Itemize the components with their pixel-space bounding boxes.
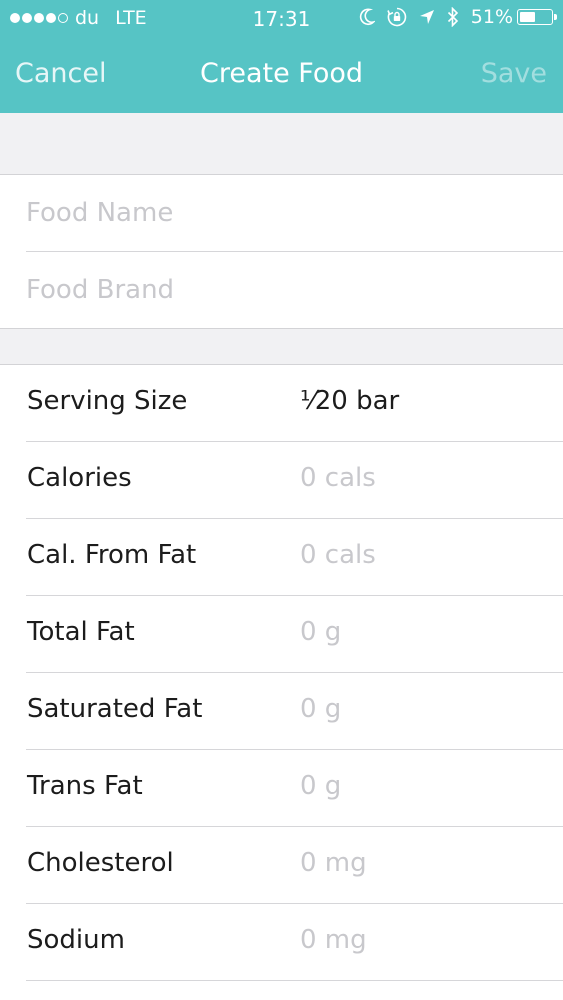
battery-percent: 51% [470,6,513,28]
bluetooth-icon [447,7,458,27]
cal-from-fat-value[interactable]: 0 cals [300,540,376,570]
serving-size-value[interactable]: ⅟20 bar [300,386,399,416]
nutrient-row-total-fat[interactable]: Total Fat 0 g [26,596,563,673]
nutrient-label: Sodium [27,925,125,955]
moon-icon [359,8,375,26]
nutrient-label: Cal. From Fat [27,540,197,570]
sodium-value[interactable]: 0 mg [300,925,367,955]
nutrient-row-calories[interactable]: Calories 0 cals [26,442,563,519]
nutrient-list: Serving Size ⅟20 bar Calories 0 cals Cal… [0,365,563,981]
food-name-input[interactable] [26,175,546,251]
nutrient-label: Serving Size [27,386,188,416]
food-name-row[interactable] [0,175,563,251]
location-arrow-icon [419,10,434,24]
nutrient-row-sodium[interactable]: Sodium 0 mg [26,904,563,981]
battery-fill [520,12,536,22]
section-spacer [0,113,563,175]
nutrient-label: Cholesterol [27,848,174,878]
nutrient-label: Saturated Fat [27,694,203,724]
nutrient-label: Calories [27,463,132,493]
battery-indicator: 51% [470,6,557,28]
save-button[interactable]: Save [481,58,547,89]
saturated-fat-value[interactable]: 0 g [300,694,341,724]
nutrient-label: Total Fat [27,617,135,647]
cancel-button[interactable]: Cancel [15,58,106,89]
trans-fat-value[interactable]: 0 g [300,771,341,801]
app-header: du LTE 17:31 51% Cancel Create Food Save [0,0,563,113]
status-bar: du LTE 17:31 51% [0,0,563,38]
food-brand-input[interactable] [26,252,546,328]
food-brand-row[interactable] [0,252,563,328]
nutrient-row-cal-from-fat[interactable]: Cal. From Fat 0 cals [26,519,563,596]
nutrient-row-serving-size[interactable]: Serving Size ⅟20 bar [26,365,563,442]
nutrient-row-trans-fat[interactable]: Trans Fat 0 g [26,750,563,827]
nutrient-row-saturated-fat[interactable]: Saturated Fat 0 g [26,673,563,750]
battery-icon [517,9,557,25]
section-spacer [0,328,563,365]
cholesterol-value[interactable]: 0 mg [300,848,367,878]
total-fat-value[interactable]: 0 g [300,617,341,647]
nutrient-row-cholesterol[interactable]: Cholesterol 0 mg [26,827,563,904]
rotation-lock-icon [387,7,406,27]
battery-nub [554,14,557,20]
calories-value[interactable]: 0 cals [300,463,376,493]
nutrient-label: Trans Fat [27,771,143,801]
navigation-bar: Cancel Create Food Save [0,38,563,113]
status-right: 51% [359,6,557,28]
